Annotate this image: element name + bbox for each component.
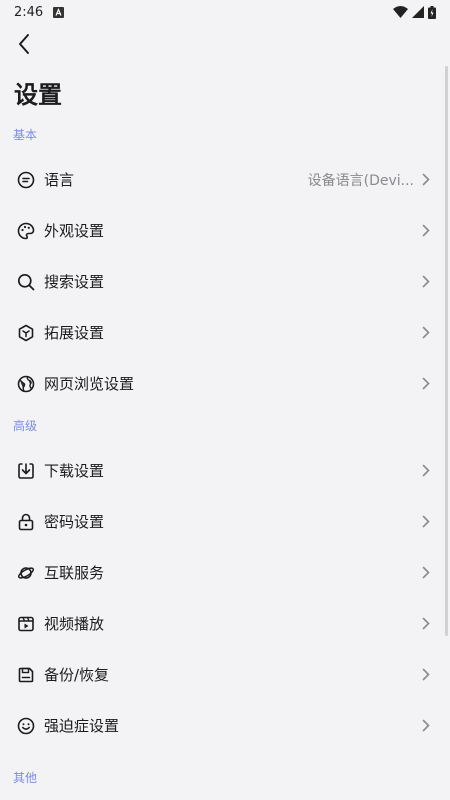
settings-item-label: 语言: [44, 171, 75, 189]
settings-item-browsing[interactable]: 网页浏览设置: [0, 358, 450, 409]
chevron-right-icon: [422, 464, 432, 478]
lock-icon: [16, 512, 36, 532]
chevron-right-icon: [422, 173, 432, 187]
chevron-right-icon: [422, 719, 432, 733]
chevron-right-icon: [422, 326, 432, 340]
status-time: 2:46: [14, 4, 44, 20]
chevron-right-icon: [422, 617, 432, 631]
settings-item-label: 备份/恢复: [44, 666, 110, 684]
globe-icon: [16, 374, 36, 394]
section-header-basic: 基本: [13, 128, 38, 142]
smile-icon: [16, 716, 36, 736]
settings-item-label: 互联服务: [44, 564, 105, 582]
section-header-other: 其他: [13, 771, 38, 785]
settings-item-password[interactable]: 密码设置: [0, 496, 450, 547]
section-header-advanced: 高级: [13, 419, 38, 433]
settings-item-services[interactable]: 互联服务: [0, 547, 450, 598]
settings-item-label: 网页浏览设置: [44, 375, 135, 393]
settings-item-video[interactable]: 视频播放: [0, 598, 450, 649]
chevron-right-icon: [422, 515, 432, 529]
chevron-right-icon: [422, 275, 432, 289]
settings-item-label: 强迫症设置: [44, 717, 120, 735]
back-button[interactable]: [10, 30, 38, 58]
cube-icon: [16, 323, 36, 343]
settings-item-label: 外观设置: [44, 222, 105, 240]
settings-item-backup[interactable]: 备份/恢复: [0, 649, 450, 700]
video-icon: [16, 614, 36, 634]
page-title: 设置: [14, 81, 62, 109]
settings-item-extensions[interactable]: 拓展设置: [0, 307, 450, 358]
settings-item-download[interactable]: 下载设置: [0, 445, 450, 496]
settings-item-label: 密码设置: [44, 513, 105, 531]
settings-item-appearance[interactable]: 外观设置: [0, 205, 450, 256]
save-icon: [16, 665, 36, 685]
chevron-right-icon: [422, 668, 432, 682]
download-icon: [16, 461, 36, 481]
notification-a-icon: [53, 6, 65, 18]
chevron-right-icon: [422, 566, 432, 580]
app-bar: [0, 24, 450, 64]
palette-icon: [16, 221, 36, 241]
status-bar: 2:46: [0, 0, 450, 24]
language-value: 设备语言(Devi...: [307, 172, 414, 189]
chevron-right-icon: [422, 224, 432, 238]
settings-item-label: 拓展设置: [44, 324, 105, 342]
settings-item-label: 下载设置: [44, 462, 105, 480]
settings-item-search[interactable]: 搜索设置: [0, 256, 450, 307]
settings-item-label: 搜索设置: [44, 273, 105, 291]
settings-item-ocd[interactable]: 强迫症设置: [0, 700, 450, 751]
chat-lines-icon: [16, 170, 36, 190]
scrollbar[interactable]: [445, 66, 448, 636]
settings-item-label: 视频播放: [44, 615, 105, 633]
chevron-left-icon: [19, 34, 29, 54]
battery-icon: [428, 5, 436, 19]
planet-icon: [16, 563, 36, 583]
wifi-icon: [393, 6, 408, 18]
search-icon: [16, 272, 36, 292]
chevron-right-icon: [422, 377, 432, 391]
settings-item-language[interactable]: 语言 设备语言(Devi...: [0, 154, 450, 205]
cell-signal-icon: [412, 6, 424, 18]
